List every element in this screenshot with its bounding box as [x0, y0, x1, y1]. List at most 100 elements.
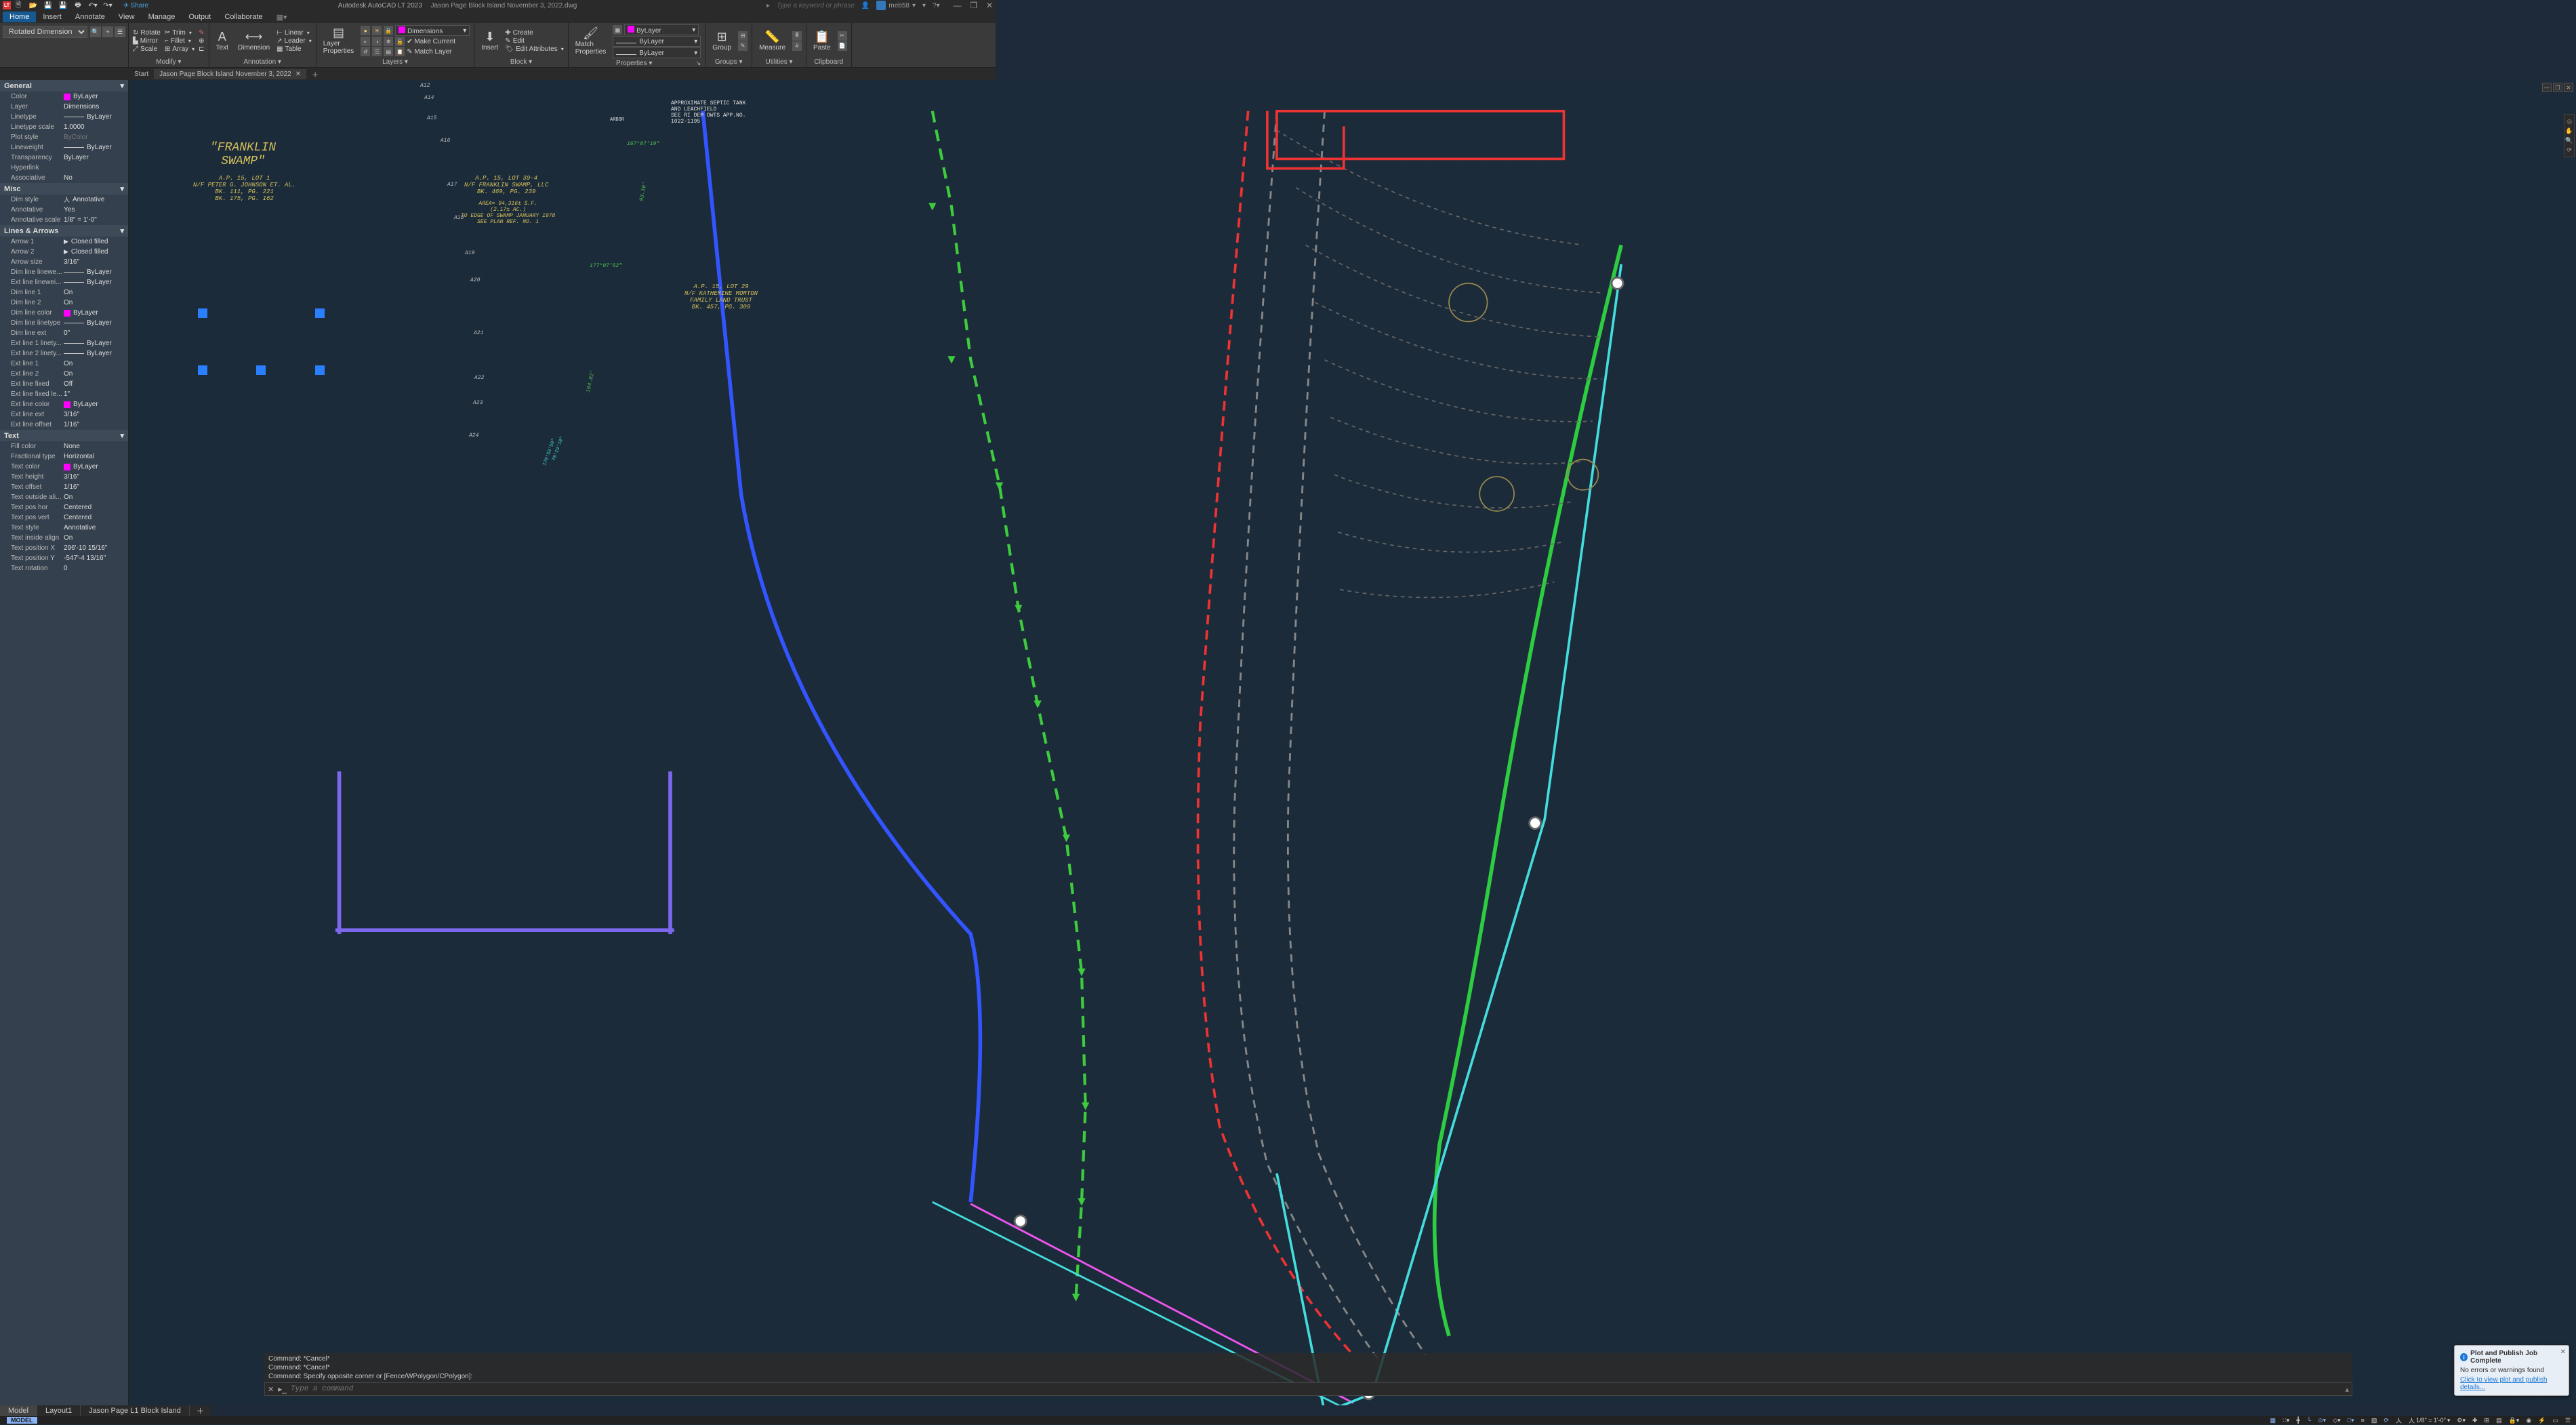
cmd-close-icon[interactable]: ✕	[268, 1385, 274, 1394]
tab-insert[interactable]: Insert	[36, 12, 68, 22]
array-button[interactable]: ⊞ Array▾	[165, 45, 195, 53]
prop-row[interactable]: Ext line offset1/16"	[0, 420, 128, 430]
group-edit-icon[interactable]: ✎	[738, 41, 748, 51]
prop-row[interactable]: Text rotation0	[0, 563, 128, 574]
help-icon[interactable]: ?▾	[933, 2, 940, 9]
tab-manage[interactable]: Manage	[142, 12, 182, 22]
prop-row[interactable]: Dim line linetypeByLayer	[0, 318, 128, 328]
prop-row[interactable]: Hyperlink	[0, 163, 128, 173]
open-icon[interactable]: 📂	[28, 1, 38, 10]
prop-row[interactable]: Arrow 1▶Closed filled	[0, 237, 128, 247]
prop-row[interactable]: LayerDimensions	[0, 102, 128, 112]
prop-row[interactable]: Dim line ext0"	[0, 328, 128, 338]
dimension-button[interactable]: ⟷Dimension	[235, 29, 272, 53]
prop-row[interactable]: Dim line colorByLayer	[0, 308, 128, 318]
layer-copy-icon[interactable]: 📋	[395, 47, 405, 56]
prop-row[interactable]: Ext line linewei...ByLayer	[0, 277, 128, 287]
scale-button[interactable]: ⤢ Scale	[133, 45, 161, 53]
notif-link[interactable]: Click to view plot and publish details..…	[2460, 1376, 2563, 1391]
prop-row[interactable]: Arrow 2▶Closed filled	[0, 247, 128, 257]
grid-toggle[interactable]: ▦	[2269, 1417, 2278, 1424]
calc-icon[interactable]: 🖩	[792, 31, 802, 41]
prop-row[interactable]: TransparencyByLayer	[0, 153, 128, 163]
text-button[interactable]: AText	[213, 29, 231, 53]
panel-label-layers[interactable]: Layers ▾	[321, 57, 470, 66]
new-tab-button[interactable]: ＋	[306, 68, 324, 81]
pickadd-icon[interactable]: +	[102, 26, 113, 37]
prop-row[interactable]: Linetype scale1.0000	[0, 122, 128, 132]
stretch-button[interactable]: ⊏	[199, 45, 204, 53]
tab-annotate[interactable]: Annotate	[68, 12, 112, 22]
trim-button[interactable]: ✂ Trim▾	[165, 29, 195, 37]
tab-view[interactable]: View	[112, 12, 142, 22]
saveas-icon[interactable]: 💾	[58, 1, 68, 10]
quickselect-icon[interactable]: 🔍	[90, 26, 101, 37]
leader-button[interactable]: ↗ Leader▾	[277, 37, 312, 45]
autodesk-icon[interactable]: ▾	[922, 2, 926, 9]
match-properties-button[interactable]: 🖌Match Properties	[573, 26, 609, 57]
customize-icon[interactable]: ☰	[2564, 1417, 2572, 1424]
layout-tab-2[interactable]: Jason Page L1 Block Island	[81, 1405, 190, 1416]
hardware-icon[interactable]: ⚡	[2537, 1417, 2547, 1424]
ortho-toggle[interactable]: └	[2306, 1417, 2312, 1424]
plot-icon[interactable]: 🖶	[73, 1, 83, 10]
prop-row[interactable]: Dim line 2On	[0, 298, 128, 308]
panel-label-groups[interactable]: Groups ▾	[710, 57, 748, 66]
prop-row[interactable]: Ext line ext3/16"	[0, 409, 128, 420]
layer-walk-icon[interactable]: ▤	[384, 47, 393, 56]
polar-toggle[interactable]: ⊙▾	[2316, 1417, 2327, 1424]
prop-row[interactable]: ColorByLayer	[0, 92, 128, 102]
color-combo[interactable]: ByLayer▾	[624, 24, 699, 35]
group-button[interactable]: ⊞Group	[710, 29, 734, 53]
panel-label-utilities[interactable]: Utilities ▾	[756, 57, 802, 66]
workspace-toggle[interactable]: ⚙▾	[2455, 1417, 2467, 1424]
anno-scale-combo[interactable]: 人 1/8" = 1'-0"▾	[2407, 1416, 2451, 1425]
cleanscreen-icon[interactable]: ▭	[2551, 1417, 2560, 1424]
snap-toggle[interactable]: ∷▾	[2281, 1417, 2291, 1424]
featured-apps-icon[interactable]: ▦▾	[277, 13, 287, 22]
grip[interactable]	[315, 308, 325, 318]
color-control-icon[interactable]: ▦	[613, 25, 622, 35]
prop-row[interactable]: AnnotativeYes	[0, 205, 128, 215]
layout-add-button[interactable]: ＋	[190, 1404, 211, 1418]
prop-row[interactable]: Text styleAnnotative	[0, 523, 128, 533]
prop-row[interactable]: Fill colorNone	[0, 441, 128, 451]
prop-row[interactable]: Ext line colorByLayer	[0, 399, 128, 409]
quickprops-toggle[interactable]: ▤	[2495, 1417, 2503, 1424]
fillet-button[interactable]: ⌐ Fillet▾	[165, 37, 195, 45]
drawing-canvas[interactable]: — ❐ ✕ ◎ ✋ 🔍 ⟳	[129, 80, 2576, 1405]
new-icon[interactable]: 🗎	[14, 1, 23, 10]
prop-row[interactable]: Dim style人Annotative	[0, 195, 128, 205]
panel-label-annotation[interactable]: Annotation ▾	[213, 57, 312, 66]
command-input[interactable]	[291, 1385, 2342, 1393]
prop-row[interactable]: Ext line fixed le...1"	[0, 389, 128, 399]
prop-row[interactable]: Text pos horCentered	[0, 502, 128, 513]
search-box[interactable]: Type a keyword or phrase	[777, 2, 855, 9]
prop-section-lines[interactable]: Lines & Arrows▾	[0, 225, 128, 237]
count-icon[interactable]: #	[792, 41, 802, 51]
prop-row[interactable]: Text height3/16"	[0, 472, 128, 482]
prop-section-text[interactable]: Text▾	[0, 430, 128, 441]
layout-tab-model[interactable]: Model	[0, 1405, 37, 1416]
layer-freeze-icon[interactable]: ☀	[372, 26, 382, 35]
prop-row[interactable]: Text offset1/16"	[0, 482, 128, 492]
prop-row[interactable]: Text outside ali...On	[0, 492, 128, 502]
close-button[interactable]: ✕	[986, 1, 993, 10]
edit-block-button[interactable]: ✎ Edit	[505, 37, 563, 45]
prop-row[interactable]: Text colorByLayer	[0, 462, 128, 472]
mirror-button[interactable]: ▙ Mirror	[133, 37, 161, 45]
prop-section-misc[interactable]: Misc▾	[0, 183, 128, 195]
layer-prev-icon[interactable]: ↺	[361, 47, 370, 56]
grip[interactable]	[256, 365, 266, 375]
layer-state-icon[interactable]: ☰	[372, 47, 382, 56]
prop-row[interactable]: Dim line 1On	[0, 287, 128, 298]
prop-row[interactable]: Ext line 2 linety...ByLayer	[0, 348, 128, 359]
erase-button[interactable]: ✎	[199, 29, 204, 37]
prop-row[interactable]: Ext line fixedOff	[0, 379, 128, 389]
edit-attributes-button[interactable]: 🏷 Edit Attributes▾	[505, 45, 563, 53]
panel-label-block[interactable]: Block ▾	[478, 57, 563, 66]
signin-icon[interactable]: 👤	[861, 2, 870, 9]
prop-row[interactable]: LinetypeByLayer	[0, 112, 128, 122]
grip[interactable]	[198, 308, 207, 318]
prop-row[interactable]: Fractional typeHorizontal	[0, 451, 128, 462]
